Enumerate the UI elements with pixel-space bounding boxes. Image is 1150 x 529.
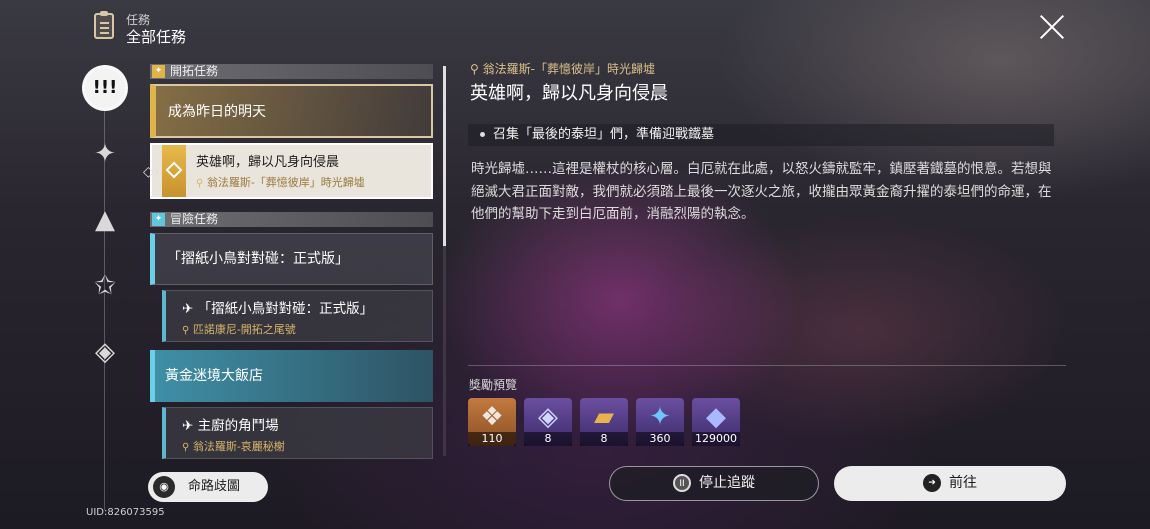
quest-title: 「摺紙小鳥對對碰：正式版」 [167,251,349,267]
adventure-section-icon: ✦ [152,213,165,226]
quest-item-selected[interactable]: 英雄啊，歸以凡身向侵晨 ⚲ 翁法羅斯-「葬憶彼岸」時光歸墟 [150,143,433,199]
pause-icon: II [673,474,691,492]
uid-label: UID:826073595 [86,507,165,518]
star-rail-pass-icon: ◈ [538,402,558,432]
reward-item[interactable]: ❖ 110 [468,398,516,446]
crystal-icon: ❖ [480,402,504,432]
selection-pointer-icon: ◇› [143,164,160,180]
trailblaze-section-icon: ✦ [152,65,165,78]
quest-card-adventure[interactable]: 「摺紙小鳥對對碰：正式版」 [150,233,433,285]
blue-crystal-icon: ✦ [649,402,671,432]
quest-detail-title: 英雄啊，歸以凡身向侵晨 [470,83,668,104]
reward-item[interactable]: ◈ 8 [524,398,572,446]
quest-type-marker [162,145,186,197]
quest-list[interactable]: ✦ 開拓任務 成為昨日的明天 英雄啊，歸以凡身向侵晨 ⚲ 翁法羅斯-「葬憶彼岸」… [150,64,434,460]
quest-location: 匹諾康尼-開拓之尾號 [192,323,296,336]
fate-path-button[interactable]: ◉ 命路歧圖 [148,472,268,502]
stop-tracking-button[interactable]: II 停止追蹤 [609,466,819,501]
section-header-trailblaze: ✦ 開拓任務 [150,64,433,79]
quest-description: 時光歸墟……這裡是權杖的核心層。白厄就在此處，以怒火鑄就監牢，鎮壓著鐵墓的恨意。… [471,161,1052,222]
reward-item[interactable]: ✦ 360 [636,398,684,446]
close-icon[interactable] [1039,14,1065,40]
quest-title: 主廚的角鬥場 [197,418,279,434]
adventure-filter-icon[interactable]: ▲ [88,203,122,237]
daily-filter-icon[interactable]: ◈ [88,335,122,369]
origami-bird-icon: ✈ [182,418,194,434]
scrollbar-thumb[interactable] [443,66,446,246]
quest-item[interactable]: ✈ 「摺紙小鳥對對碰：正式版」 ⚲ 匹諾康尼-開拓之尾號 [162,290,433,342]
quest-location: 翁法羅斯-「葬憶彼岸」時光歸墟 [206,176,365,189]
location-pin-icon: ⚲ [182,442,190,453]
quest-card-adventure[interactable]: 黃金迷境大飯店 [150,350,433,402]
section-header-adventure: ✦ 冒險任務 [150,212,433,227]
divider [468,365,1066,366]
quest-item[interactable]: ✈ 主廚的角鬥場 ⚲ 翁法羅斯-哀麗秘榭 [162,407,433,459]
page-title: 全部任務 [126,28,187,46]
credit-icon: ◆ [706,402,726,432]
reward-item[interactable]: ◆ 129000 [692,398,740,446]
quest-objective: 召集「最後的泰坦」們，準備迎戰鐵墓 [468,124,1054,146]
reward-item[interactable]: ▰ 8 [580,398,628,446]
quest-card-trailblaze-chapter[interactable]: 成為昨日的明天 [150,84,433,138]
mission-log-icon [94,11,114,39]
all-missions-filter-icon[interactable]: !!! [82,65,128,111]
quest-title: 「摺紙小鳥對對碰：正式版」 [197,301,374,317]
quest-title: 成為昨日的明天 [168,104,266,120]
trailblaze-filter-icon[interactable]: ✦ [88,137,122,171]
quest-location: 翁法羅斯-哀麗秘榭 [192,440,285,453]
book-icon: ▰ [594,402,614,432]
quest-title: 黃金迷境大飯店 [165,368,263,384]
quest-title: 英雄啊，歸以凡身向侵晨 [196,155,340,170]
quest-location-header: ⚲ 翁法羅斯-「葬憶彼岸」時光歸墟 [470,62,655,76]
location-pin-icon: ⚲ [182,325,190,336]
companion-filter-icon[interactable]: ✩ [88,269,122,303]
origami-bird-icon: ✈ [182,301,194,317]
arrow-right-icon: ➜ [923,474,941,492]
location-pin-icon: ⚲ [470,62,479,76]
path-map-icon: ◉ [153,476,175,498]
bullet-icon [480,132,485,137]
reward-preview-label: 獎勵預覽 [469,378,518,392]
location-pin-icon: ⚲ [196,178,204,189]
go-button[interactable]: ➜ 前往 [834,466,1066,501]
